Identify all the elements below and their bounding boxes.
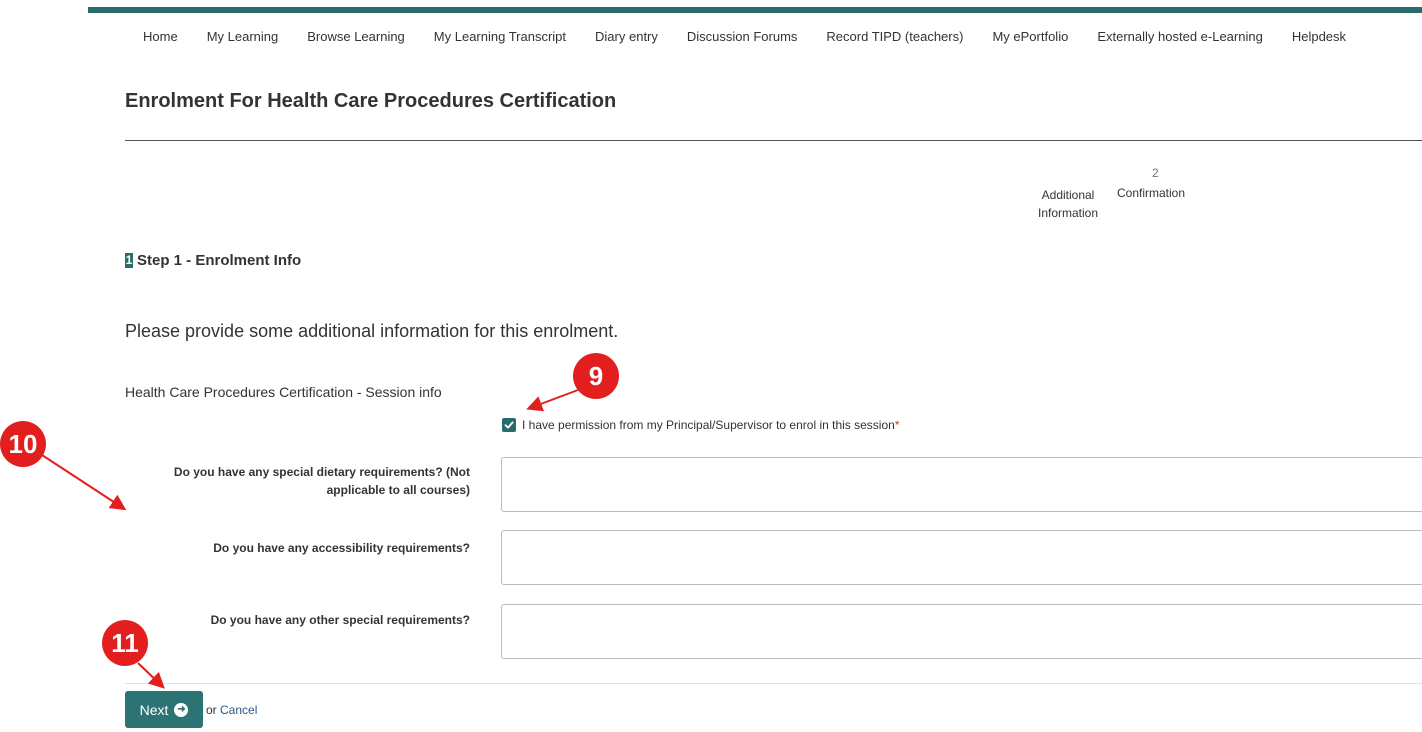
cancel-link[interactable]: Cancel (220, 703, 257, 717)
step-badge: 1 (125, 253, 133, 268)
form-footer-divider (125, 683, 1422, 684)
nav-item-external-elearning[interactable]: Externally hosted e-Learning (1097, 29, 1263, 44)
current-step-label: Step 1 - Enrolment Info (137, 252, 302, 269)
permission-checkbox-row[interactable]: I have permission from my Principal/Supe… (502, 418, 900, 432)
main-nav: Home My Learning Browse Learning My Lear… (143, 29, 1375, 44)
or-text: or (206, 703, 217, 717)
callout-9: 9 (573, 353, 619, 399)
title-divider (125, 140, 1422, 141)
callout-11: 11 (102, 620, 148, 666)
nav-item-home[interactable]: Home (143, 29, 178, 44)
other-requirements-label: Do you have any other special requiremen… (210, 613, 470, 627)
permission-label: I have permission from my Principal/Supe… (522, 418, 895, 432)
wizard-step-additional-line1: Additional (1041, 188, 1095, 202)
checkmark-icon (504, 421, 514, 429)
nav-item-helpdesk[interactable]: Helpdesk (1292, 29, 1346, 44)
accessibility-requirements-field[interactable] (501, 530, 1422, 585)
top-accent-bar (88, 7, 1422, 13)
next-button-label: Next (139, 701, 169, 718)
other-requirements-field[interactable] (501, 604, 1422, 659)
dietary-requirements-label: Do you have any special dietary requirem… (173, 465, 470, 497)
or-cancel-text: or Cancel (206, 703, 257, 717)
required-asterisk: * (894, 418, 900, 432)
nav-item-my-learning[interactable]: My Learning (207, 29, 279, 44)
nav-item-discussion-forums[interactable]: Discussion Forums (687, 29, 798, 44)
wizard-step-number: 2 (1152, 166, 1159, 180)
wizard-step-confirmation[interactable]: Confirmation (1117, 186, 1185, 200)
callout-10: 10 (0, 421, 46, 467)
next-button[interactable]: Next ➜ (125, 691, 203, 728)
current-step-heading: 1 Step 1 - Enrolment Info (125, 252, 301, 269)
session-info-label: Health Care Procedures Certification - S… (125, 384, 442, 400)
nav-item-diary-entry[interactable]: Diary entry (595, 29, 658, 44)
page-title: Enrolment For Health Care Procedures Cer… (125, 90, 617, 112)
arrow-right-circle-icon: ➜ (174, 702, 189, 717)
wizard-step-additional-line2: Information (1037, 206, 1099, 220)
wizard-step-additional-info[interactable]: Additional Information (1036, 186, 1100, 222)
accessibility-requirements-label: Do you have any accessibility requiremen… (213, 541, 470, 555)
left-gutter (0, 0, 88, 732)
nav-item-record-tipd[interactable]: Record TIPD (teachers) (826, 29, 963, 44)
nav-item-eportfolio[interactable]: My ePortfolio (992, 29, 1068, 44)
dietary-requirements-field[interactable] (501, 457, 1422, 512)
permission-checkbox[interactable] (502, 418, 516, 432)
nav-item-transcript[interactable]: My Learning Transcript (434, 29, 566, 44)
nav-item-browse-learning[interactable]: Browse Learning (307, 29, 405, 44)
form-intro: Please provide some additional informati… (125, 321, 619, 341)
page-container: Home My Learning Browse Learning My Lear… (88, 0, 1422, 732)
